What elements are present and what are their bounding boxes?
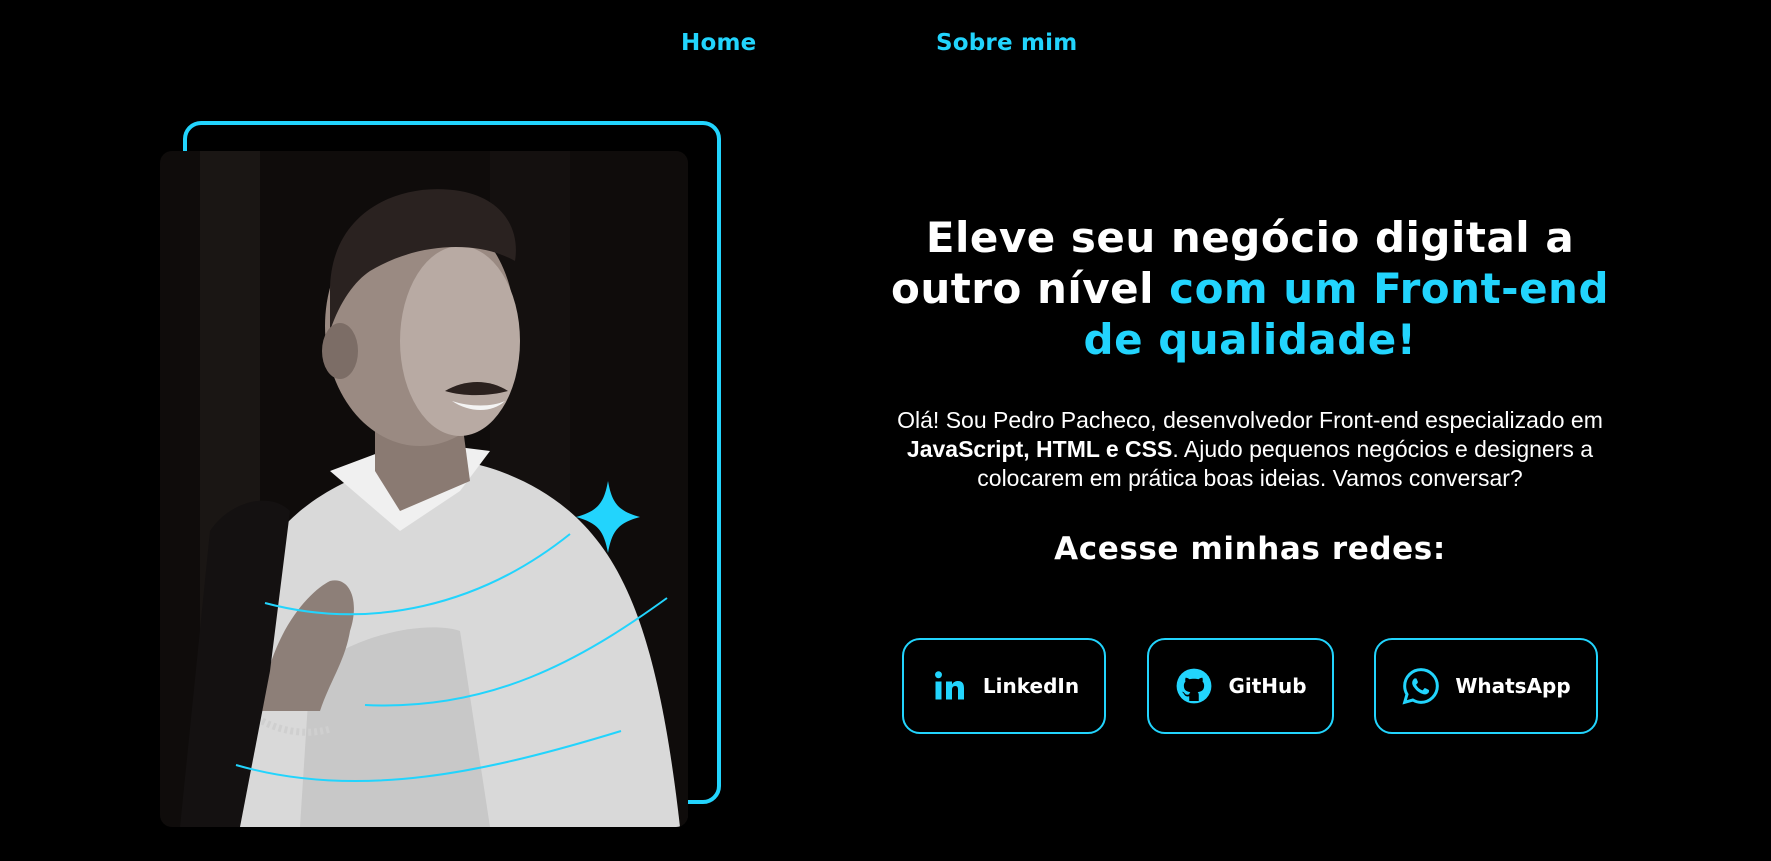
whatsapp-label: WhatsApp [1455, 674, 1571, 698]
linkedin-button[interactable]: LinkedIn [902, 638, 1106, 734]
linkedin-label: LinkedIn [982, 674, 1080, 698]
intro-text-part1: Olá! Sou Pedro Pacheco, desenvolvedor Fr… [897, 407, 1603, 433]
intro-paragraph: Olá! Sou Pedro Pacheco, desenvolvedor Fr… [885, 406, 1615, 493]
social-buttons: LinkedIn GitHub WhatsApp [0, 638, 1771, 734]
intro-skills: JavaScript, HTML e CSS [906, 436, 1173, 462]
github-button[interactable]: GitHub [1147, 638, 1334, 734]
page: Home Sobre mim Eleve seu negócio digital… [0, 0, 1771, 861]
whatsapp-button[interactable]: WhatsApp [1374, 638, 1598, 734]
nav-link-about[interactable]: Sobre mim [936, 30, 1077, 56]
hero-headline: Eleve seu negócio digital a outro nível … [860, 212, 1640, 365]
linkedin-icon [929, 666, 969, 706]
github-icon [1174, 666, 1214, 706]
github-label: GitHub [1228, 674, 1307, 698]
hero-section: Eleve seu negócio digital a outro nível … [860, 212, 1640, 567]
networks-title: Acesse minhas redes: [1054, 531, 1446, 567]
top-nav: Home Sobre mim [0, 30, 1771, 70]
headline-accent-text: com um Front-end de qualidade! [1083, 264, 1610, 364]
whatsapp-icon [1401, 666, 1441, 706]
nav-link-home[interactable]: Home [681, 30, 756, 56]
